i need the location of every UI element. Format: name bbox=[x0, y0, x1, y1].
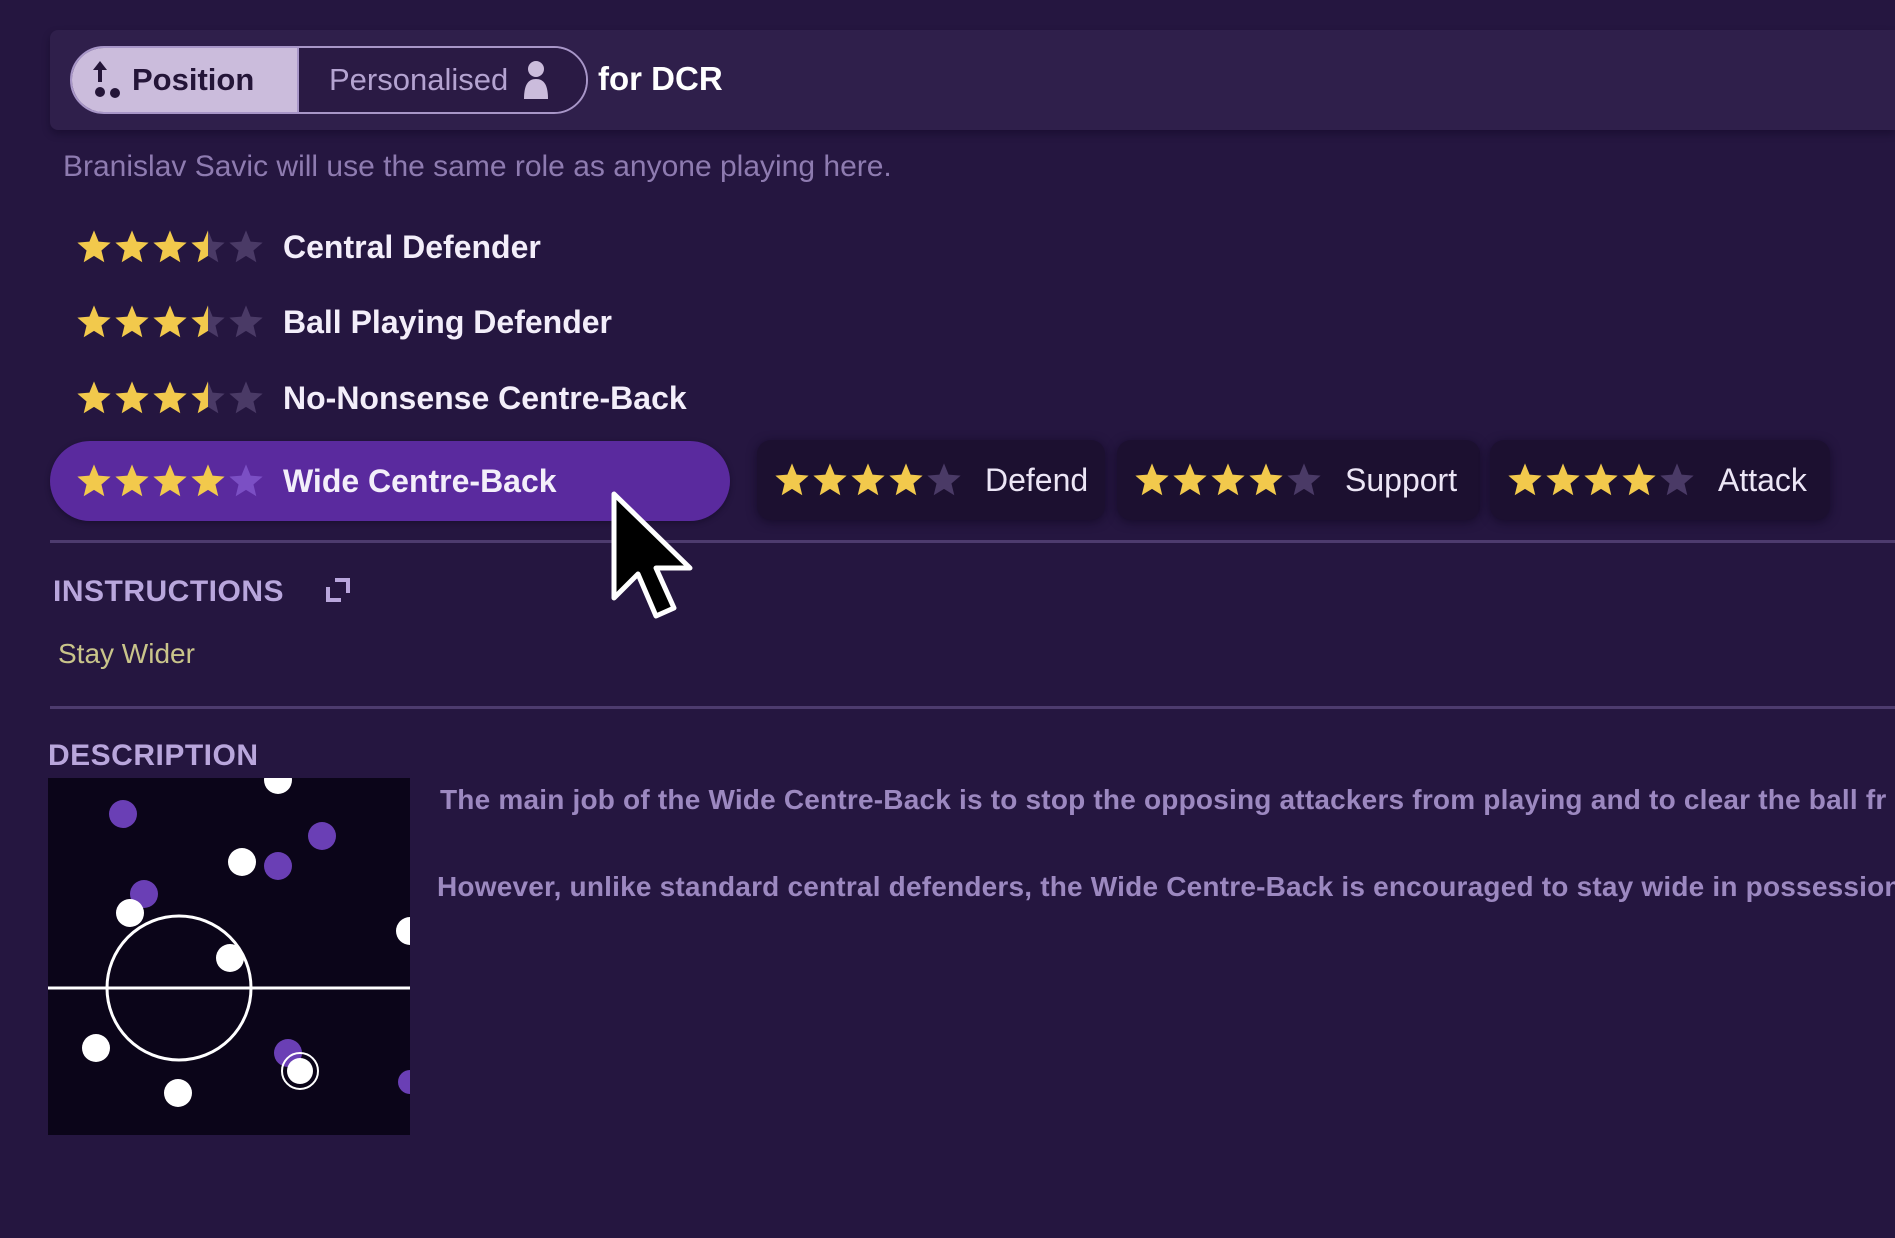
position-icon bbox=[93, 61, 120, 98]
star-filled-icon bbox=[1249, 463, 1283, 496]
section-divider bbox=[50, 540, 1895, 543]
star-filled-icon bbox=[77, 230, 111, 263]
star-filled-icon bbox=[1622, 463, 1656, 496]
star-filled-icon bbox=[1173, 463, 1207, 496]
role-row-central-defender[interactable]: Central Defender bbox=[50, 212, 541, 282]
star-filled-icon bbox=[813, 463, 847, 496]
star-filled-icon bbox=[153, 381, 187, 414]
duty-label: Support bbox=[1345, 461, 1458, 498]
position-toggle-button[interactable]: Position bbox=[72, 48, 297, 112]
opponent-player bbox=[398, 1070, 410, 1094]
role-row-wide-centre-back[interactable]: Wide Centre-Back bbox=[50, 441, 730, 521]
personalised-toggle-label: Personalised bbox=[329, 62, 509, 97]
star-filled-icon bbox=[115, 381, 149, 414]
star-filled-icon bbox=[153, 464, 187, 497]
role-name: Wide Centre-Back bbox=[283, 462, 557, 499]
star-empty-icon bbox=[229, 305, 263, 338]
star-filled-icon bbox=[1508, 463, 1542, 496]
duty-support-button[interactable]: Support bbox=[1117, 440, 1480, 520]
duty-defend-button[interactable]: Defend bbox=[757, 440, 1105, 520]
description-line: The main job of the Wide Centre-Back is … bbox=[440, 784, 1887, 815]
star-filled-icon bbox=[115, 305, 149, 338]
star-filled-icon bbox=[77, 381, 111, 414]
role-rating-stars bbox=[75, 462, 265, 500]
star-filled-icon bbox=[191, 464, 225, 497]
role-name: No-Nonsense Centre-Back bbox=[283, 379, 687, 416]
position-label: for DCR bbox=[598, 60, 723, 97]
star-half-icon bbox=[191, 381, 225, 414]
role-row-ball-playing-defender[interactable]: Ball Playing Defender bbox=[50, 287, 612, 357]
duty-rating-stars bbox=[1133, 461, 1323, 499]
role-rating-stars bbox=[75, 379, 265, 417]
star-filled-icon bbox=[153, 305, 187, 338]
star-empty-icon bbox=[1287, 463, 1321, 496]
duty-rating-stars bbox=[1506, 461, 1696, 499]
team-player bbox=[116, 899, 144, 927]
duty-label: Defend bbox=[985, 461, 1089, 498]
team-player bbox=[396, 917, 410, 945]
star-filled-icon bbox=[1546, 463, 1580, 496]
star-filled-icon bbox=[115, 464, 149, 497]
instructions-title: INSTRUCTIONS bbox=[53, 575, 284, 608]
team-player bbox=[164, 1079, 192, 1107]
section-divider bbox=[50, 706, 1895, 709]
description-line: However, unlike standard central defende… bbox=[437, 871, 1895, 902]
star-filled-icon bbox=[1135, 463, 1169, 496]
star-filled-icon bbox=[77, 464, 111, 497]
duty-rating-stars bbox=[773, 461, 963, 499]
opponent-player bbox=[308, 822, 336, 850]
role-mode-toggle[interactable]: Position Personalised bbox=[70, 46, 588, 114]
popout-icon[interactable] bbox=[323, 575, 353, 605]
star-filled-icon bbox=[115, 230, 149, 263]
role-movement-diagram bbox=[48, 778, 410, 1135]
role-row-no-nonsense-centre-back[interactable]: No-Nonsense Centre-Back bbox=[50, 363, 687, 433]
star-filled-icon bbox=[851, 463, 885, 496]
personalised-toggle-button[interactable]: Personalised bbox=[297, 48, 586, 112]
duty-attack-button[interactable]: Attack bbox=[1490, 440, 1830, 520]
team-player bbox=[82, 1034, 110, 1062]
role-name: Ball Playing Defender bbox=[283, 303, 612, 340]
instruction-item: Stay Wider bbox=[58, 638, 195, 669]
duty-label: Attack bbox=[1718, 461, 1807, 498]
pitch-svg bbox=[48, 778, 410, 1107]
star-empty-icon bbox=[229, 464, 263, 497]
star-filled-icon bbox=[1211, 463, 1245, 496]
star-empty-icon bbox=[229, 230, 263, 263]
star-empty-icon bbox=[229, 381, 263, 414]
person-icon bbox=[524, 61, 549, 99]
highlighted-player bbox=[287, 1058, 313, 1084]
star-filled-icon bbox=[775, 463, 809, 496]
team-player bbox=[228, 848, 256, 876]
team-player bbox=[216, 944, 244, 972]
star-filled-icon bbox=[77, 305, 111, 338]
star-half-icon bbox=[191, 230, 225, 263]
star-filled-icon bbox=[1584, 463, 1618, 496]
opponent-player bbox=[109, 800, 137, 828]
star-empty-icon bbox=[927, 463, 961, 496]
role-rating-stars bbox=[75, 228, 265, 266]
opponent-player bbox=[264, 852, 292, 880]
star-half-icon bbox=[191, 305, 225, 338]
description-title: DESCRIPTION bbox=[48, 739, 259, 772]
star-filled-icon bbox=[889, 463, 923, 496]
star-empty-icon bbox=[1660, 463, 1694, 496]
star-filled-icon bbox=[153, 230, 187, 263]
position-toggle-label: Position bbox=[132, 62, 255, 97]
intro-text: Branislav Savic will use the same role a… bbox=[63, 150, 892, 183]
role-rating-stars bbox=[75, 303, 265, 341]
team-player bbox=[264, 778, 292, 794]
role-name: Central Defender bbox=[283, 228, 541, 265]
